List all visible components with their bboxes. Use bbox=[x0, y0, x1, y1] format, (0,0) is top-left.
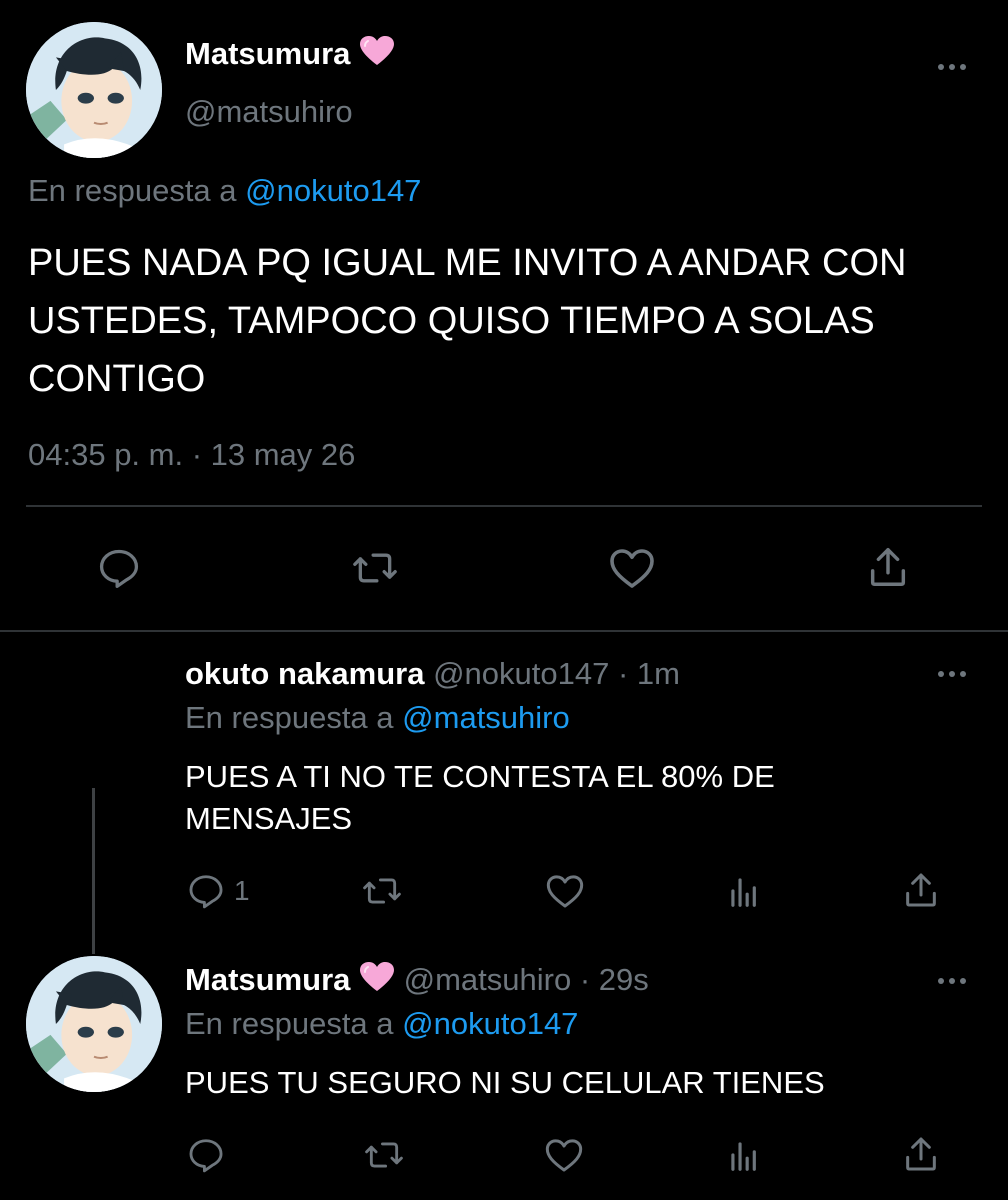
pink-heart-emoji bbox=[359, 35, 395, 77]
like-button[interactable] bbox=[545, 872, 585, 910]
reply1-time[interactable]: · 1m bbox=[618, 656, 680, 691]
reply-icon bbox=[99, 549, 139, 588]
reply-prefix: En respuesta a bbox=[185, 700, 394, 735]
reply1-reply-context: En respuesta a @matsuhiro bbox=[185, 698, 570, 738]
like-icon bbox=[545, 1139, 583, 1172]
reply1-display-name[interactable]: okuto nakamura bbox=[185, 656, 424, 691]
analytics-icon bbox=[731, 878, 756, 907]
analytics-button[interactable] bbox=[724, 872, 764, 910]
reply2-reply-context: En respuesta a @nokuto147 bbox=[185, 1004, 578, 1044]
reply-icon bbox=[189, 1139, 223, 1173]
reply2-handle[interactable]: @matsuhiro bbox=[404, 962, 572, 997]
reply-button[interactable] bbox=[186, 1136, 226, 1174]
avatar-reply2[interactable] bbox=[26, 956, 162, 1092]
main-reply-context: En respuesta a @nokuto147 bbox=[28, 170, 421, 212]
pink-heart-emoji bbox=[359, 961, 395, 1003]
more-icon[interactable] bbox=[930, 663, 974, 685]
reply-prefix: En respuesta a bbox=[185, 1006, 394, 1041]
retweet-button[interactable] bbox=[350, 546, 400, 590]
reply2-time[interactable]: · 29s bbox=[580, 962, 649, 997]
reply2-display-name[interactable]: Matsumura bbox=[185, 962, 350, 997]
main-display-name[interactable]: Matsumura bbox=[185, 36, 350, 71]
share-icon bbox=[906, 873, 936, 907]
reply1-handle[interactable]: @nokuto147 bbox=[433, 656, 609, 691]
analytics-icon bbox=[731, 1142, 756, 1171]
divider bbox=[0, 630, 1008, 632]
avatar-image bbox=[26, 22, 162, 158]
retweet-icon bbox=[363, 878, 401, 904]
divider bbox=[26, 505, 982, 507]
main-timestamp[interactable]: 04:35 p. m. · 13 may 26 bbox=[28, 434, 355, 476]
reply-count: 1 bbox=[234, 875, 250, 906]
avatar-image bbox=[26, 956, 162, 1092]
reply1-text: PUES A TI NO TE CONTESTA EL 80% DE MENSA… bbox=[185, 759, 775, 836]
share-button[interactable] bbox=[864, 544, 912, 590]
share-button[interactable] bbox=[900, 1134, 942, 1174]
reply2-header: Matsumura @matsuhiro · 29s bbox=[185, 960, 649, 1003]
thread-line bbox=[92, 788, 95, 954]
more-icon[interactable] bbox=[930, 970, 974, 992]
main-tweet-text: PUES NADA PQ IGUAL ME INVITO A ANDAR CON… bbox=[28, 242, 907, 400]
more-icon[interactable] bbox=[930, 56, 974, 78]
reply-to-link[interactable]: @nokuto147 bbox=[402, 1006, 578, 1041]
avatar-main[interactable] bbox=[26, 22, 162, 158]
analytics-button[interactable] bbox=[724, 1136, 764, 1174]
retweet-icon bbox=[365, 1142, 403, 1168]
retweet-button[interactable] bbox=[360, 872, 404, 910]
retweet-icon bbox=[353, 553, 397, 583]
reply-to-link[interactable]: @matsuhiro bbox=[402, 700, 570, 735]
share-icon bbox=[870, 548, 906, 586]
main-handle[interactable]: @matsuhiro bbox=[185, 92, 353, 132]
share-icon bbox=[906, 1137, 936, 1171]
like-icon bbox=[610, 549, 654, 588]
main-display-name-row: Matsumura bbox=[185, 34, 395, 77]
reply1-header: okuto nakamura @nokuto147 · 1m bbox=[185, 654, 680, 694]
reply2-text: PUES TU SEGURO NI SU CELULAR TIENES bbox=[185, 1065, 825, 1100]
reply-prefix: En respuesta a bbox=[28, 173, 237, 208]
share-button[interactable] bbox=[900, 870, 942, 910]
like-button[interactable] bbox=[608, 546, 656, 590]
reply-button[interactable]: 1 bbox=[186, 872, 250, 910]
like-button[interactable] bbox=[544, 1136, 584, 1174]
retweet-button[interactable] bbox=[362, 1136, 406, 1174]
reply-to-link[interactable]: @nokuto147 bbox=[245, 173, 421, 208]
reply-icon bbox=[189, 875, 223, 909]
like-icon bbox=[546, 875, 584, 908]
reply-button[interactable] bbox=[96, 546, 142, 590]
